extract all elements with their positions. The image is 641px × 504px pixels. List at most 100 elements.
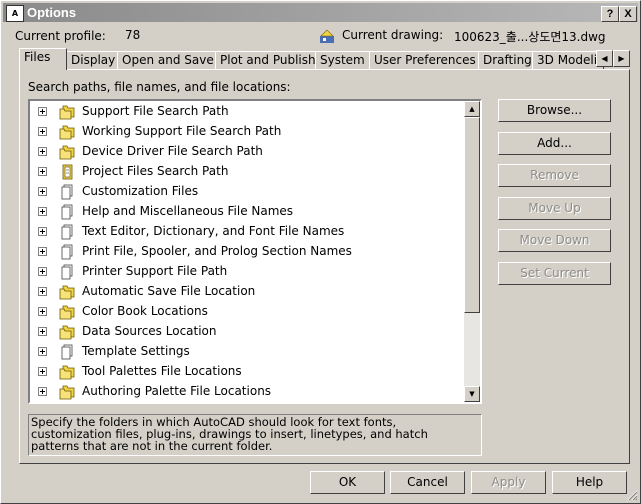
tree-item[interactable]: Customization Files xyxy=(36,182,456,202)
tree-item-label: Print File, Spooler, and Prolog Section … xyxy=(82,244,352,258)
tree-item-label: Automatic Save File Location xyxy=(82,284,256,298)
tab-scroll-left-icon[interactable]: ◀ xyxy=(596,50,613,67)
tree-item-label: Printer Support File Path xyxy=(82,264,228,278)
tab-drafting[interactable]: Drafting xyxy=(478,51,533,69)
expand-plus-icon[interactable] xyxy=(38,127,47,136)
tree-item-label: Template Settings xyxy=(82,344,190,358)
tree-item[interactable]: Print File, Spooler, and Prolog Section … xyxy=(36,242,456,262)
document-stack-icon xyxy=(58,244,76,260)
resize-grip-icon[interactable] xyxy=(626,489,638,501)
folder-stack-icon xyxy=(58,364,76,380)
add-button[interactable]: Add... xyxy=(498,132,611,155)
tree-item-label: Tool Palettes File Locations xyxy=(82,364,242,378)
move-down-button[interactable]: Move Down xyxy=(498,229,611,252)
drawing-file-icon xyxy=(320,29,334,43)
document-stack-icon xyxy=(58,264,76,280)
tree-item[interactable]: Tool Palettes File Locations xyxy=(36,362,456,382)
tree-item-label: Color Book Locations xyxy=(82,304,208,318)
expand-plus-icon[interactable] xyxy=(38,187,47,196)
folder-stack-icon xyxy=(58,144,76,160)
browse-button[interactable]: Browse... xyxy=(498,99,611,122)
expand-plus-icon[interactable] xyxy=(38,327,47,336)
folder-stack-icon xyxy=(58,324,76,340)
set-current-button[interactable]: Set Current xyxy=(498,262,611,285)
tree-item-label: Data Sources Location xyxy=(82,324,217,338)
expand-plus-icon[interactable] xyxy=(38,167,47,176)
current-profile-label: Current profile: xyxy=(15,29,106,43)
tab-scroll-right-icon[interactable]: ▶ xyxy=(613,50,630,67)
folder-stack-icon xyxy=(58,124,76,140)
remove-button[interactable]: Remove xyxy=(498,164,611,187)
title-bar[interactable]: A Options ? X xyxy=(3,3,638,22)
scroll-thumb[interactable] xyxy=(464,117,480,313)
options-dialog: A Options ? X Current profile: 78 Curren… xyxy=(0,0,641,504)
description-box: Specify the folders in which AutoCAD sho… xyxy=(28,414,482,456)
tree-item[interactable]: Printer Support File Path xyxy=(36,262,456,282)
folder-stack-icon xyxy=(58,284,76,300)
expand-plus-icon[interactable] xyxy=(38,307,47,316)
expand-plus-icon[interactable] xyxy=(38,367,47,376)
document-stack-icon xyxy=(58,224,76,240)
tab-display[interactable]: Display xyxy=(66,51,118,69)
help-button[interactable]: Help xyxy=(552,471,627,494)
tree-item-label: Working Support File Search Path xyxy=(82,124,282,138)
tree-item-label: Authoring Palette File Locations xyxy=(82,384,272,398)
current-drawing-value: 100623_출...상도면13.dwg xyxy=(454,30,606,44)
autocad-app-icon: A xyxy=(6,5,24,22)
tree-item[interactable]: Project Files Search Path xyxy=(36,162,456,182)
window-title: Options xyxy=(27,5,77,20)
folder-stack-icon xyxy=(58,384,76,400)
expand-plus-icon[interactable] xyxy=(38,207,47,216)
tab-files[interactable]: Files xyxy=(19,48,67,70)
search-paths-label: Search paths, file names, and file locat… xyxy=(28,80,291,94)
tree-item[interactable]: Device Driver File Search Path xyxy=(36,142,456,162)
tree-item[interactable]: Support File Search Path xyxy=(36,102,456,122)
tree-vertical-scrollbar[interactable]: ▲ ▼ xyxy=(464,101,480,402)
ok-button[interactable]: OK xyxy=(310,471,385,494)
folder-stack-icon xyxy=(58,304,76,320)
folder-stack-icon xyxy=(58,104,76,120)
tab-system[interactable]: System xyxy=(315,51,370,69)
tree-item-label: Support File Search Path xyxy=(82,104,229,118)
expand-plus-icon[interactable] xyxy=(38,227,47,236)
project-files-icon xyxy=(58,164,76,180)
tree-item[interactable]: Data Sources Location xyxy=(36,322,456,342)
current-drawing-label: Current drawing: xyxy=(342,28,444,42)
tree-item[interactable]: Automatic Save File Location xyxy=(36,282,456,302)
tree-item-label: Device Driver File Search Path xyxy=(82,144,263,158)
close-button[interactable]: X xyxy=(619,6,637,22)
tree-item[interactable]: Template Settings xyxy=(36,342,456,362)
document-stack-icon xyxy=(58,344,76,360)
cancel-button[interactable]: Cancel xyxy=(390,471,465,494)
expand-plus-icon[interactable] xyxy=(38,387,47,396)
tree-item[interactable]: Text Editor, Dictionary, and Font File N… xyxy=(36,222,456,242)
tree-item[interactable]: Color Book Locations xyxy=(36,302,456,322)
tab-open-and-save[interactable]: Open and Save xyxy=(117,51,216,69)
tree-item-label: Help and Miscellaneous File Names xyxy=(82,204,294,218)
apply-button[interactable]: Apply xyxy=(471,471,546,494)
tree-item[interactable]: Working Support File Search Path xyxy=(36,122,456,142)
current-profile-value: 78 xyxy=(125,28,141,42)
expand-plus-icon[interactable] xyxy=(38,247,47,256)
document-stack-icon xyxy=(58,204,76,220)
tree-item-label: Customization Files xyxy=(82,184,199,198)
tab-3d-modeling[interactable]: 3D Modeling xyxy=(532,51,604,69)
expand-plus-icon[interactable] xyxy=(38,107,47,116)
tree-item[interactable]: Authoring Palette File Locations xyxy=(36,382,456,402)
expand-plus-icon[interactable] xyxy=(38,287,47,296)
tree-item-label: Text Editor, Dictionary, and Font File N… xyxy=(82,224,345,238)
scroll-up-icon[interactable]: ▲ xyxy=(464,101,480,117)
expand-plus-icon[interactable] xyxy=(38,347,47,356)
tab-plot-and-publish[interactable]: Plot and Publish xyxy=(215,51,316,69)
expand-plus-icon[interactable] xyxy=(38,267,47,276)
tree-item-label: Project Files Search Path xyxy=(82,164,229,178)
tab-strip: Files Display Open and Save Plot and Pub… xyxy=(19,48,631,70)
scroll-down-icon[interactable]: ▼ xyxy=(464,386,480,402)
move-up-button[interactable]: Move Up xyxy=(498,197,611,220)
document-stack-icon xyxy=(58,184,76,200)
tree-item[interactable]: Help and Miscellaneous File Names xyxy=(36,202,456,222)
file-locations-tree[interactable]: Support File Search Path Working Support … xyxy=(28,99,482,404)
tab-user-preferences[interactable]: User Preferences xyxy=(369,51,479,69)
expand-plus-icon[interactable] xyxy=(38,147,47,156)
help-titlebar-button[interactable]: ? xyxy=(601,6,619,22)
